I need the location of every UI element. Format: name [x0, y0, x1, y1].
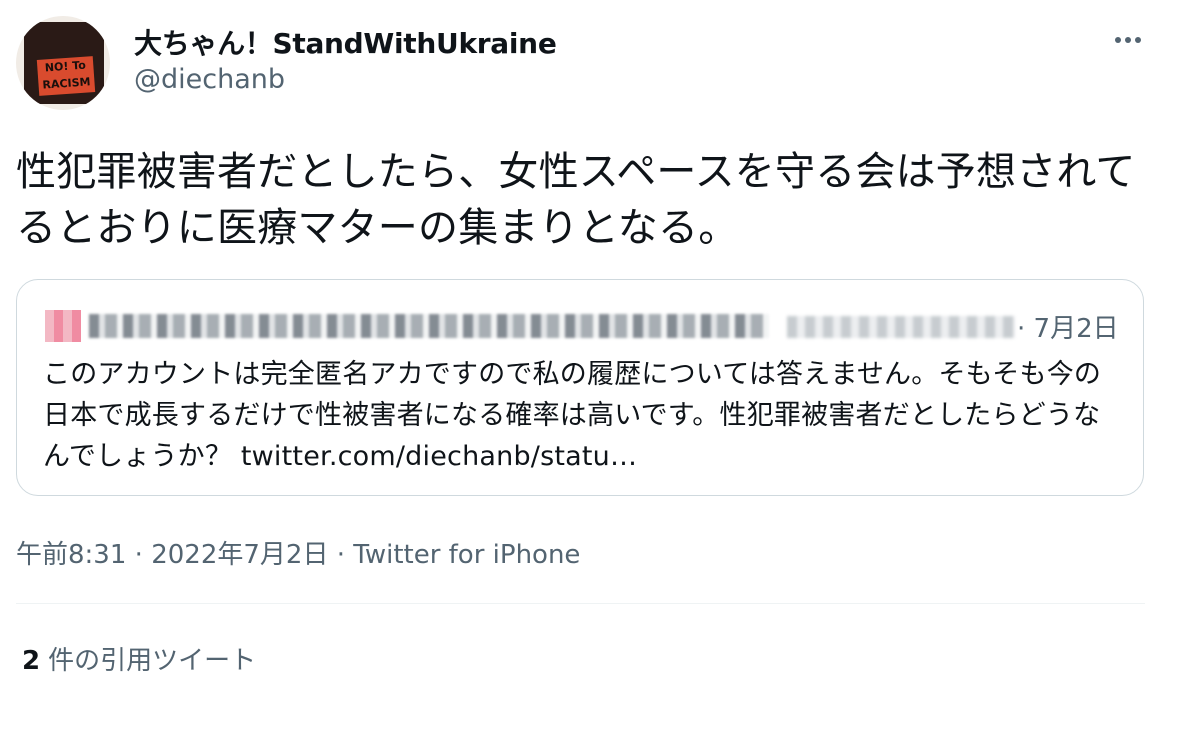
tweet-meta: 午前8:31 · 2022年7月2日 · Twitter for iPhone: [16, 534, 580, 571]
author-handle[interactable]: @diechanb: [134, 64, 285, 95]
tweet-source[interactable]: Twitter for iPhone: [353, 540, 580, 570]
quote-tweets-stat[interactable]: 2 件の引用ツイート: [22, 640, 256, 677]
quoted-author-name-pixelated: [89, 314, 769, 338]
tweet-date[interactable]: 2022年7月2日: [151, 540, 328, 570]
quoted-tweet-date: · 7月2日: [1017, 314, 1119, 344]
tweet-text: 性犯罪被害者だとしたら、女性スペースを守る会は予想されてるとおりに医療マターの集…: [16, 149, 1136, 251]
quoted-tweet-card[interactable]: · 7月2日 このアカウントは完全匿名アカですので私の履歴については答えません。…: [16, 279, 1144, 496]
author-avatar[interactable]: NO! To RACISM: [16, 16, 110, 110]
quoted-author-avatar-pixelated: [45, 310, 81, 342]
avatar-sign-line2: RACISM: [42, 75, 91, 92]
meta-separator: ·: [126, 540, 152, 570]
divider: [16, 603, 1145, 604]
more-horizontal-icon[interactable]: [1108, 28, 1148, 52]
quote-count: 2: [22, 646, 41, 676]
tweet-time[interactable]: 午前8:31: [16, 540, 126, 570]
meta-separator: ·: [328, 540, 354, 570]
quoted-author-handle-pixelated: [787, 316, 1015, 338]
author-display-name[interactable]: 大ちゃん！StandWithUkraine: [134, 22, 557, 62]
quoted-tweet-link[interactable]: twitter.com/diechanb/statu…: [241, 441, 637, 472]
avatar-sign: NO! To RACISM: [36, 56, 96, 96]
quoted-tweet-text: このアカウントは完全匿名アカですので私の履歴については答えません。そもそも今の日…: [43, 354, 1123, 477]
avatar-image: NO! To RACISM: [24, 22, 104, 104]
quote-label: 件の引用ツイート: [48, 646, 257, 676]
